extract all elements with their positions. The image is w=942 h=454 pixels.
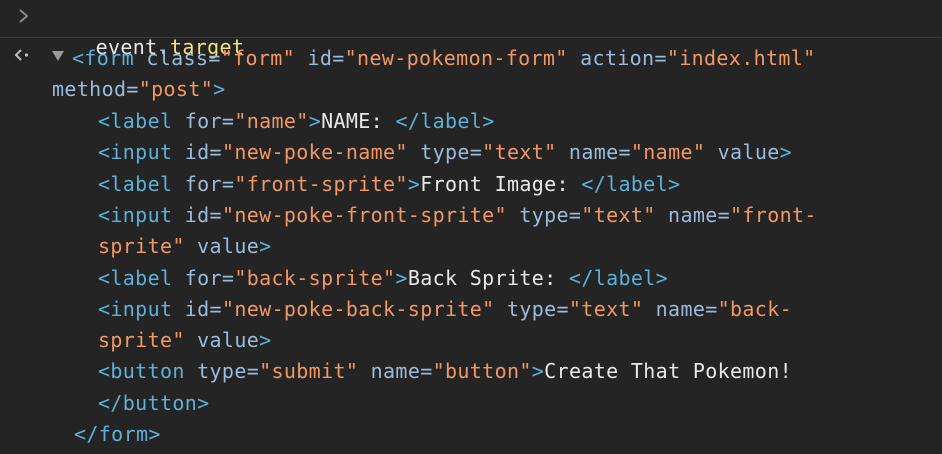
label-name-line-seg-5: </label> [395,109,495,133]
label-back-sprite-line-seg-2: "back-sprite" [234,266,396,290]
label-name-line-seg-0: <label [98,109,173,133]
label-name-line-seg-1: for= [172,109,235,133]
input-name-line-seg-1: id= [172,140,222,164]
input-front-sprite-line-1-seg-1: id= [172,203,222,227]
button-open-line-seg-6: Create That Pokemon! [544,359,792,383]
input-name-line[interactable]: <input id="new-poke-name" type="text" na… [98,137,792,167]
form-open-line-1-seg-5: action= [567,46,667,70]
button-open-line-seg-3: name= [358,359,433,383]
label-back-sprite-line-seg-0: <label [98,266,173,290]
input-front-sprite-line-2[interactable]: sprite" value> [98,231,272,261]
label-back-sprite-line-seg-3: > [395,266,408,290]
input-name-line-seg-5: name= [556,140,631,164]
form-close-line[interactable]: </form> [74,419,161,449]
label-back-sprite-line[interactable]: <label for="back-sprite">Back Sprite: </… [98,263,668,293]
input-back-sprite-line-1-seg-6: "back- [717,297,792,321]
button-close-line[interactable]: </button> [98,388,210,418]
label-front-sprite-line-seg-1: for= [172,172,235,196]
label-name-line[interactable]: <label for="name">NAME: </label> [98,106,495,136]
input-name-line-seg-8: > [779,140,793,164]
form-open-line-1-seg-2: "form" [220,46,296,70]
input-back-sprite-line-2[interactable]: sprite" value> [98,325,272,355]
label-name-line-seg-3: > [308,109,322,133]
input-name-line-seg-2: "new-poke-name" [221,140,408,164]
button-open-line-seg-5: > [531,359,545,383]
input-front-sprite-line-1-seg-2: "new-poke-front-sprite" [221,203,507,227]
console-command[interactable]: event.target [46,2,244,59]
input-front-sprite-line-1-seg-0: <input [98,203,173,227]
label-front-sprite-line-seg-4: Front Image: [420,172,582,196]
button-open-line-seg-2: "submit" [259,359,359,383]
input-front-sprite-line-1-seg-6: "front- [730,203,817,227]
label-front-sprite-line-seg-2: "front-sprite" [234,172,408,196]
label-front-sprite-line-seg-0: <label [98,172,173,196]
console-divider [0,37,942,38]
input-front-sprite-line-2-seg-1: value [184,234,260,258]
button-open-line[interactable]: <button type="submit" name="button">Crea… [98,356,792,386]
input-back-sprite-line-1-seg-4: "text" [568,297,644,321]
label-front-sprite-line[interactable]: <label for="front-sprite">Front Image: <… [98,169,680,199]
input-front-sprite-line-2-seg-0: sprite" [98,234,185,258]
form-open-line-1[interactable]: <form class="form" id="new-pokemon-form"… [72,43,816,73]
input-front-sprite-line-1-seg-5: name= [655,203,731,227]
input-back-sprite-line-2-seg-1: value [184,328,260,352]
return-arrow-icon [14,49,29,61]
form-open-line-2-seg-2: > [213,77,226,101]
input-name-line-seg-3: type= [407,140,483,164]
triangle-down-icon[interactable] [52,51,64,61]
form-open-line-2[interactable]: method="post"> [52,74,226,104]
input-name-line-seg-6: "name" [630,140,706,164]
label-back-sprite-line-seg-4: Back Sprite: [407,266,569,290]
input-name-line-seg-7: value [705,140,780,164]
input-back-sprite-line-1-seg-1: id= [172,297,222,321]
input-back-sprite-line-1-seg-0: <input [98,297,173,321]
input-back-sprite-line-1-seg-3: type= [494,297,569,321]
label-back-sprite-line-seg-1: for= [172,266,235,290]
form-open-line-1-seg-6: "index.html" [666,46,816,70]
input-back-sprite-line-2-seg-0: sprite" [98,328,185,352]
input-name-line-seg-4: "text" [482,140,557,164]
input-back-sprite-line-1[interactable]: <input id="new-poke-back-sprite" type="t… [98,294,792,324]
form-open-line-1-seg-3: id= [295,46,345,70]
input-back-sprite-line-1-seg-5: name= [643,297,718,321]
chevron-right-icon [19,9,29,23]
console-output: event.target <form class="form" id="new-… [0,0,942,454]
label-name-line-seg-4: NAME: [321,109,396,133]
form-close-line-seg-0: </form> [74,422,161,446]
input-name-line-seg-0: <input [98,140,173,164]
input-front-sprite-line-1-seg-3: type= [506,203,582,227]
label-front-sprite-line-seg-3: > [407,172,421,196]
form-open-line-2-seg-1: "post" [138,77,214,101]
input-front-sprite-line-1[interactable]: <input id="new-poke-front-sprite" type="… [98,200,817,230]
label-name-line-seg-2: "name" [234,109,309,133]
button-close-line-seg-0: </button> [98,391,210,415]
input-back-sprite-line-2-seg-2: > [259,328,272,352]
form-open-line-2-seg-0: method= [52,77,139,101]
form-open-line-1-seg-1: class= [133,46,221,70]
input-front-sprite-line-2-seg-2: > [259,234,272,258]
form-open-line-1-seg-0: <form [72,46,134,70]
input-back-sprite-line-1-seg-2: "new-poke-back-sprite" [221,297,495,321]
label-front-sprite-line-seg-5: </label> [581,172,681,196]
form-open-line-1-seg-4: "new-pokemon-form" [344,46,568,70]
label-back-sprite-line-seg-5: </label> [568,266,669,290]
button-open-line-seg-4: "button" [432,359,532,383]
button-open-line-seg-0: <button [98,359,185,383]
button-open-line-seg-1: type= [184,359,260,383]
input-front-sprite-line-1-seg-4: "text" [581,203,656,227]
